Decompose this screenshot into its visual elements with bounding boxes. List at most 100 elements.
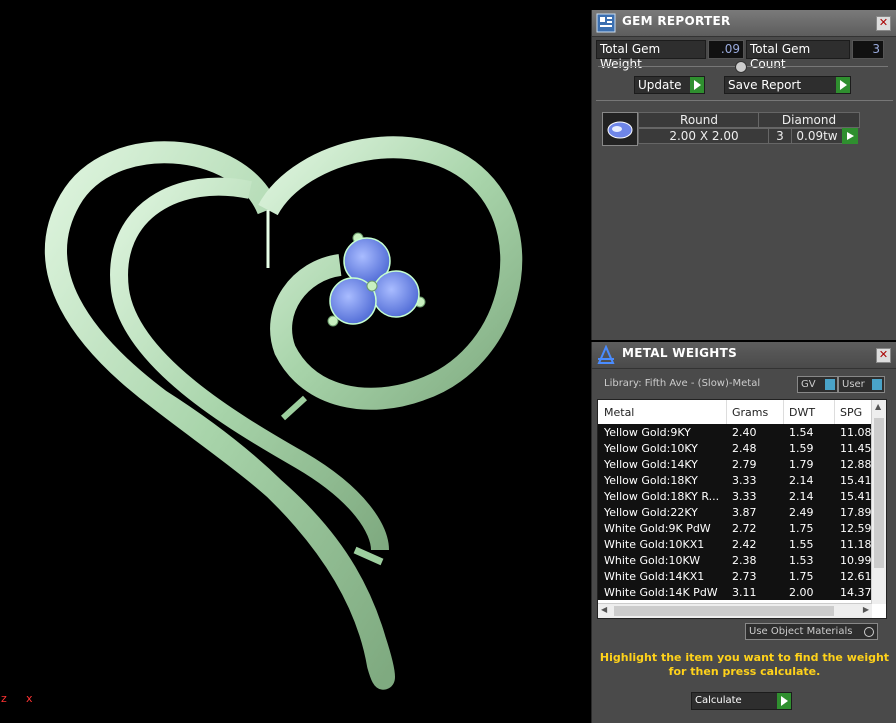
table-row[interactable]: Yellow Gold:18KY R... 3.33 2.14 15.41 <box>598 488 872 505</box>
library-label: Library: Fifth Ave - (Slow)-Metal <box>604 378 761 389</box>
gem-weight: 0.09tw <box>791 128 843 144</box>
scroll-thumb[interactable] <box>874 418 884 568</box>
gem-cluster <box>327 232 426 327</box>
calculate-label: Calculate <box>695 695 742 706</box>
table-cell: 17.89 <box>840 506 872 519</box>
gem-reporter-header[interactable]: GEM REPORTER ✕ <box>592 10 896 37</box>
close-icon[interactable]: ✕ <box>876 348 891 363</box>
total-gem-weight-value: .09 <box>708 40 744 59</box>
table-cell: 1.75 <box>789 522 814 535</box>
total-gem-weight-label: Total Gem Weight <box>596 40 706 71</box>
table-cell: 12.61 <box>840 570 872 583</box>
heart-pendant-model <box>44 136 523 690</box>
metal-weights-header[interactable]: METAL WEIGHTS ✕ <box>592 342 896 369</box>
table-cell: White Gold:14KX1 <box>604 570 705 583</box>
table-cell: 3.87 <box>732 506 757 519</box>
axis-x-label: x <box>26 692 33 705</box>
update-label: Update <box>638 78 682 92</box>
metal-weights-title: METAL WEIGHTS <box>622 346 738 360</box>
chevron-right-icon[interactable]: ▶ <box>863 605 869 614</box>
table-cell: Yellow Gold:10KY <box>604 442 698 455</box>
chevron-up-icon[interactable]: ▲ <box>875 402 881 411</box>
hint-line-1: Highlight the item you want to find the … <box>599 651 890 664</box>
axis-z-label: z <box>1 692 7 705</box>
gem-go-button[interactable] <box>842 128 858 144</box>
table-cell: 1.54 <box>789 426 814 439</box>
table-row[interactable]: Yellow Gold:22KY 3.87 2.49 17.89 <box>598 504 872 521</box>
table-row[interactable]: White Gold:10KX1 2.42 1.55 11.18 <box>598 536 872 553</box>
chevron-left-icon[interactable]: ◀ <box>601 605 607 614</box>
table-cell: 3.11 <box>732 586 757 599</box>
hint-line-2: for then press calculate. <box>668 665 821 678</box>
column-header-metal[interactable]: Metal <box>604 406 634 419</box>
gem-size: 2.00 X 2.00 <box>638 128 770 144</box>
close-icon[interactable]: ✕ <box>876 16 891 31</box>
table-cell: White Gold:9K PdW <box>604 522 711 535</box>
connector-bar-bottom <box>353 546 384 566</box>
column-header-dwt[interactable]: DWT <box>789 406 815 419</box>
table-cell: 11.18 <box>840 538 872 551</box>
table-cell: 1.55 <box>789 538 814 551</box>
table-row[interactable]: Yellow Gold:18KY 3.33 2.14 15.41 <box>598 472 872 489</box>
table-row[interactable]: White Gold:14K PdW 3.11 2.00 14.37 <box>598 584 872 601</box>
table-cell: White Gold:10KW <box>604 554 701 567</box>
table-cell: Yellow Gold:9KY <box>604 426 691 439</box>
table-row[interactable]: White Gold:9K PdW 2.72 1.75 12.59 <box>598 520 872 537</box>
table-row[interactable]: Yellow Gold:10KY 2.48 1.59 11.45 <box>598 440 872 457</box>
vertical-scrollbar[interactable]: ▲ <box>871 400 886 604</box>
use-object-materials-toggle[interactable]: Use Object Materials <box>745 623 878 640</box>
total-gem-count-value: 3 <box>852 40 884 59</box>
gem-material: Diamond <box>758 112 860 128</box>
table-cell: Yellow Gold:18KY <box>604 474 698 487</box>
info-icon <box>825 379 835 390</box>
scroll-thumb[interactable] <box>614 606 834 616</box>
splitter-handle[interactable] <box>735 61 747 73</box>
table-row[interactable]: Yellow Gold:9KY 2.40 1.54 11.08 <box>598 424 872 441</box>
calculate-button[interactable]: Calculate <box>691 692 792 710</box>
metal-weights-table[interactable]: Metal Grams DWT SPG Yellow Gold:9KY 2.40 1… <box>597 399 887 619</box>
gem-list: Round Diamond 2.00 X 2.00 3 0.09tw <box>600 112 890 146</box>
total-gem-count-label: Total Gem Count <box>746 40 850 71</box>
info-icon <box>872 379 882 390</box>
gv-toggle[interactable]: GV <box>797 376 838 393</box>
table-row[interactable]: White Gold:10KW 2.38 1.53 10.99 <box>598 552 872 569</box>
table-cell: 2.48 <box>732 442 757 455</box>
gem-cut: Round <box>638 112 760 128</box>
use-object-materials-label: Use Object Materials <box>749 626 853 637</box>
table-cell: 3.33 <box>732 474 757 487</box>
radio-icon <box>864 627 874 637</box>
table-cell: 15.41 <box>840 490 872 503</box>
inner-strand <box>110 177 389 551</box>
table-cell: Yellow Gold:14KY <box>604 458 698 471</box>
connector-bar-top <box>280 395 308 421</box>
table-cell: 1.59 <box>789 442 814 455</box>
user-toggle[interactable]: User <box>838 376 885 393</box>
table-cell: 2.14 <box>789 490 814 503</box>
table-cell: 2.79 <box>732 458 757 471</box>
table-cell: 3.33 <box>732 490 757 503</box>
table-cell: 11.45 <box>840 442 872 455</box>
play-icon <box>777 693 791 709</box>
column-header-grams[interactable]: Grams <box>732 406 768 419</box>
gem-count: 3 <box>768 128 792 144</box>
gem-thumbnail[interactable] <box>602 112 638 146</box>
table-cell: 2.38 <box>732 554 757 567</box>
table-cell: Yellow Gold:18KY R... <box>604 490 720 503</box>
table-row[interactable]: White Gold:14KX1 2.73 1.75 12.61 <box>598 568 872 585</box>
play-icon <box>836 77 850 93</box>
gem-reporter-title: GEM REPORTER <box>622 14 731 28</box>
table-cell: 1.75 <box>789 570 814 583</box>
table-cell: 2.72 <box>732 522 757 535</box>
save-report-button[interactable]: Save Report <box>724 76 851 94</box>
scale-icon <box>597 345 615 364</box>
column-header-spg[interactable]: SPG <box>840 406 862 419</box>
table-cell: 15.41 <box>840 474 872 487</box>
gem-reporter-icon <box>596 13 616 33</box>
table-cell: Yellow Gold:22KY <box>604 506 698 519</box>
play-icon <box>690 77 704 93</box>
update-button[interactable]: Update <box>634 76 705 94</box>
3d-viewport[interactable]: z x <box>0 0 591 723</box>
table-row[interactable]: Yellow Gold:14KY 2.79 1.79 12.88 <box>598 456 872 473</box>
table-cell: 2.49 <box>789 506 814 519</box>
horizontal-scrollbar[interactable]: ◀ ▶ <box>598 603 872 618</box>
